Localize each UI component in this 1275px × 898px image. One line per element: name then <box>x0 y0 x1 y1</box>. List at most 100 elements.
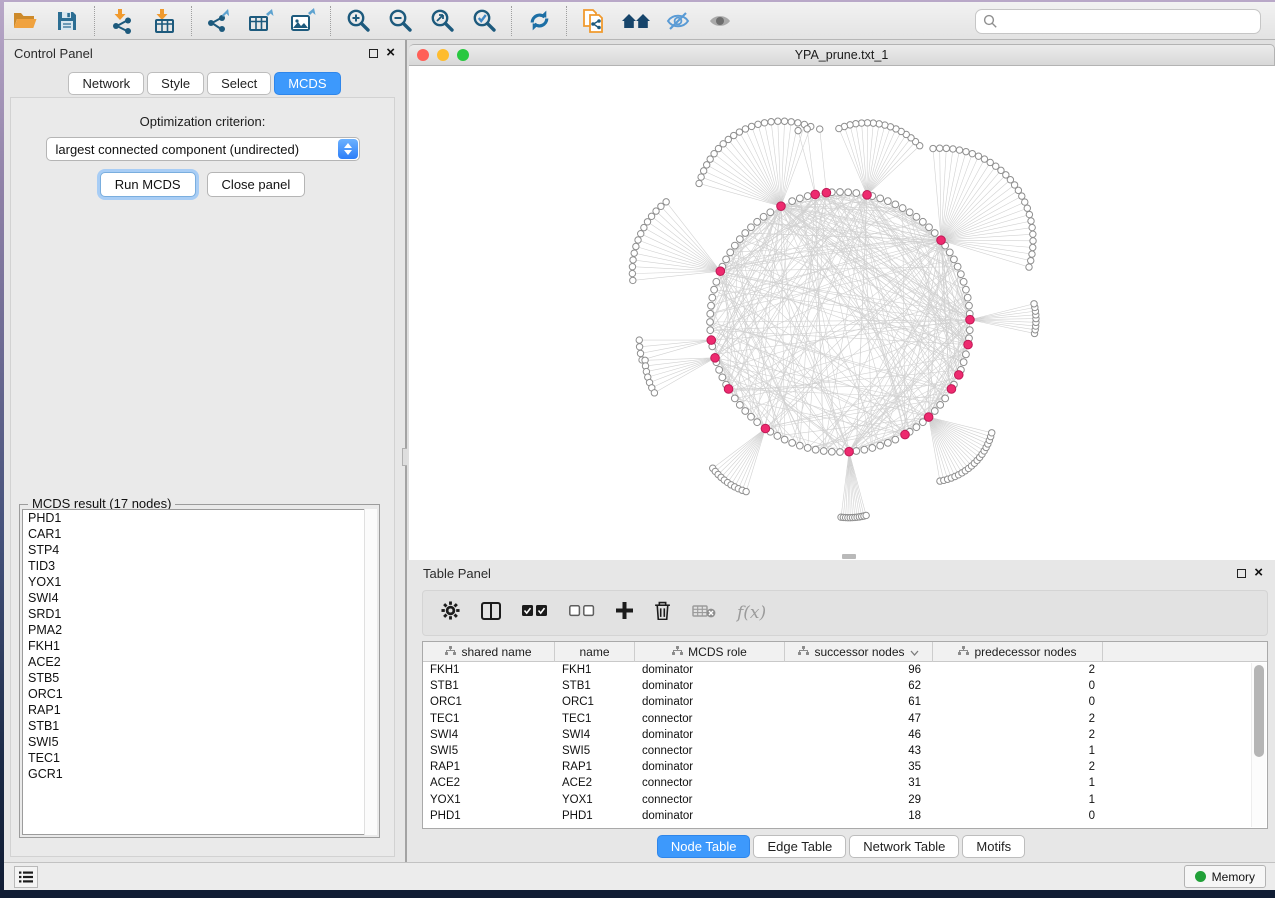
table-cell[interactable]: 0 <box>933 678 1103 694</box>
search-input[interactable] <box>998 15 1260 29</box>
table-row[interactable]: FKH1FKH1dominator962 <box>423 662 1267 678</box>
open-file-icon[interactable] <box>8 6 42 36</box>
table-cell[interactable]: dominator <box>635 808 785 824</box>
table-cell[interactable]: YOX1 <box>555 792 635 808</box>
first-neighbors-icon[interactable] <box>619 6 653 36</box>
tab-select[interactable]: Select <box>207 72 271 95</box>
zoom-out-icon[interactable] <box>383 6 417 36</box>
table-cell[interactable]: 46 <box>785 727 933 743</box>
table-cell[interactable]: dominator <box>635 678 785 694</box>
split-view-icon[interactable] <box>481 602 501 625</box>
zoom-fit-icon[interactable] <box>425 6 459 36</box>
close-panel-icon[interactable]: × <box>386 48 395 58</box>
export-image-icon[interactable] <box>286 6 320 36</box>
table-cell[interactable]: STB1 <box>555 678 635 694</box>
table-cell[interactable]: 2 <box>933 759 1103 775</box>
table-cell[interactable] <box>1103 727 1267 743</box>
table-cell[interactable]: TEC1 <box>423 711 555 727</box>
import-table-icon[interactable] <box>147 6 181 36</box>
table-row[interactable]: ORC1ORC1dominator610 <box>423 694 1267 710</box>
optimization-select[interactable]: largest connected component (undirected) <box>46 137 360 161</box>
tab-network[interactable]: Network <box>68 72 144 95</box>
mcds-result-item[interactable]: STP4 <box>23 542 376 558</box>
column-header-shared-name[interactable]: shared name <box>423 642 555 662</box>
table-scrollbar[interactable] <box>1251 663 1266 827</box>
table-cell[interactable]: STB1 <box>423 678 555 694</box>
table-cell[interactable]: SWI4 <box>555 727 635 743</box>
mcds-result-item[interactable]: CAR1 <box>23 526 376 542</box>
table-row[interactable]: SWI4SWI4dominator462 <box>423 727 1267 743</box>
memory-button[interactable]: Memory <box>1184 865 1266 888</box>
table-cell[interactable]: dominator <box>635 694 785 710</box>
table-cell[interactable]: ORC1 <box>555 694 635 710</box>
table-cell[interactable] <box>1103 662 1267 678</box>
column-header-MCDS-role[interactable]: MCDS role <box>635 642 785 662</box>
table-row[interactable]: ACE2ACE2connector311 <box>423 775 1267 791</box>
table-cell[interactable]: SWI4 <box>423 727 555 743</box>
mcds-result-item[interactable]: SWI4 <box>23 590 376 606</box>
table-row[interactable]: TEC1TEC1connector472 <box>423 711 1267 727</box>
mcds-result-item[interactable]: GCR1 <box>23 766 376 782</box>
mcds-list-scrollbar[interactable] <box>364 509 377 835</box>
deselect-all-checkbox-icon[interactable] <box>569 604 595 622</box>
table-cell[interactable]: PHD1 <box>555 808 635 824</box>
table-cell[interactable]: connector <box>635 775 785 791</box>
table-cell[interactable]: SWI5 <box>555 743 635 759</box>
table-cell[interactable]: 0 <box>933 808 1103 824</box>
mcds-result-item[interactable]: STB1 <box>23 718 376 734</box>
table-cell[interactable]: 31 <box>785 775 933 791</box>
table-row[interactable]: PHD1PHD1dominator180 <box>423 808 1267 824</box>
mcds-result-item[interactable]: RAP1 <box>23 702 376 718</box>
table-scrollbar-thumb[interactable] <box>1254 665 1264 757</box>
mcds-result-list[interactable]: PHD1CAR1STP4TID3YOX1SWI4SRD1PMA2FKH1ACE2… <box>22 509 377 835</box>
mcds-result-item[interactable]: SRD1 <box>23 606 376 622</box>
table-cell[interactable]: dominator <box>635 662 785 678</box>
table-cell[interactable]: ACE2 <box>555 775 635 791</box>
table-cell[interactable]: connector <box>635 711 785 727</box>
refresh-icon[interactable] <box>522 6 556 36</box>
table-cell[interactable]: 2 <box>933 662 1103 678</box>
table-cell[interactable] <box>1103 808 1267 824</box>
close-panel-button[interactable]: Close panel <box>207 172 306 197</box>
table-cell[interactable] <box>1103 743 1267 759</box>
delete-table-icon[interactable] <box>692 604 716 623</box>
show-all-icon[interactable] <box>703 6 737 36</box>
mcds-result-item[interactable]: ORC1 <box>23 686 376 702</box>
mcds-result-item[interactable]: YOX1 <box>23 574 376 590</box>
mcds-result-item[interactable]: TEC1 <box>23 750 376 766</box>
table-cell[interactable] <box>1103 711 1267 727</box>
table-cell[interactable]: dominator <box>635 759 785 775</box>
table-cell[interactable]: 43 <box>785 743 933 759</box>
export-network-icon[interactable] <box>202 6 236 36</box>
table-cell[interactable]: connector <box>635 792 785 808</box>
mcds-result-item[interactable]: SWI5 <box>23 734 376 750</box>
table-cell[interactable]: 2 <box>933 711 1103 727</box>
float-table-panel-icon[interactable] <box>1237 569 1246 578</box>
table-row[interactable]: YOX1YOX1connector291 <box>423 792 1267 808</box>
table-cell[interactable] <box>1103 678 1267 694</box>
add-column-icon[interactable] <box>616 602 633 624</box>
table-cell[interactable]: 47 <box>785 711 933 727</box>
tab-node-table[interactable]: Node Table <box>657 835 751 858</box>
export-table-icon[interactable] <box>244 6 278 36</box>
table-cell[interactable]: FKH1 <box>423 662 555 678</box>
table-cell[interactable]: RAP1 <box>423 759 555 775</box>
save-session-icon[interactable] <box>50 6 84 36</box>
table-cell[interactable]: 1 <box>933 792 1103 808</box>
mcds-result-item[interactable]: PHD1 <box>23 510 376 526</box>
network-graph[interactable] <box>409 66 1275 558</box>
table-cell[interactable]: 1 <box>933 775 1103 791</box>
column-header-name[interactable]: name <box>555 642 635 662</box>
table-cell[interactable]: 2 <box>933 727 1103 743</box>
float-panel-icon[interactable] <box>369 49 378 58</box>
table-cell[interactable] <box>1103 759 1267 775</box>
zoom-in-icon[interactable] <box>341 6 375 36</box>
import-network-icon[interactable] <box>105 6 139 36</box>
tab-motifs[interactable]: Motifs <box>962 835 1025 858</box>
tab-edge-table[interactable]: Edge Table <box>753 835 846 858</box>
close-table-panel-icon[interactable]: × <box>1254 568 1263 578</box>
table-cell[interactable]: 61 <box>785 694 933 710</box>
table-cell[interactable]: ACE2 <box>423 775 555 791</box>
table-cell[interactable]: 96 <box>785 662 933 678</box>
tab-network-table[interactable]: Network Table <box>849 835 959 858</box>
